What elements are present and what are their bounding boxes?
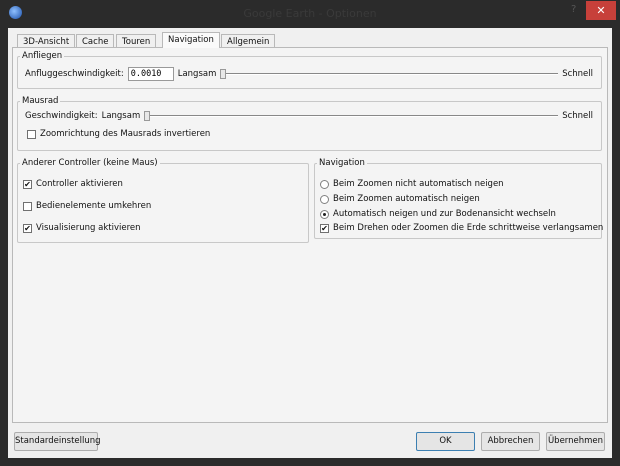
close-button[interactable]: ✕ [586, 1, 616, 20]
mausrad-speed-label: Geschwindigkeit: [25, 111, 98, 121]
fast-label: Schnell [562, 69, 593, 79]
group-label: Navigation [319, 158, 365, 168]
help-button[interactable]: ? [571, 4, 576, 15]
default-settings-button[interactable]: Standardeinstellung [14, 432, 101, 451]
invert-zoom-checkbox[interactable]: Zoomrichtung des Mausrads invertieren [27, 129, 210, 139]
gradual-slowdown-checkbox[interactable]: ✔ Beim Drehen oder Zoomen die Erde schrit… [320, 223, 603, 233]
slow-label: Langsam [177, 69, 217, 79]
ok-button[interactable]: OK [416, 432, 475, 451]
tab-touren[interactable]: Touren [116, 34, 157, 48]
radio-icon[interactable] [320, 179, 329, 189]
radio-auto-tilt[interactable]: Beim Zoomen automatisch neigen [320, 194, 480, 204]
slow-label: Langsam [101, 111, 141, 121]
radio-label: Beim Zoomen automatisch neigen [333, 194, 480, 204]
title-bar: Google Earth - Optionen ? ✕ [0, 0, 620, 28]
tab-navigation[interactable]: Navigation [162, 32, 220, 48]
checkbox-checked-icon[interactable]: ✔ [23, 223, 32, 233]
cancel-button[interactable]: Abbrechen [481, 432, 540, 451]
tab-3d-ansicht[interactable]: 3D-Ansicht [17, 34, 76, 48]
slider-thumb[interactable] [220, 69, 227, 79]
checkbox-label: Beim Drehen oder Zoomen die Erde schritt… [333, 223, 604, 233]
checkbox-label: Controller aktivieren [36, 179, 123, 189]
group-label: Anderer Controller (keine Maus) [22, 158, 158, 168]
group-label: Anfliegen [22, 51, 63, 61]
anflug-speed-slider[interactable] [220, 69, 559, 79]
checkbox-checked-icon[interactable]: ✔ [320, 223, 329, 233]
checkbox-label: Zoomrichtung des Mausrads invertieren [40, 129, 211, 139]
controller-group: Anderer Controller (keine Maus) ✔ Control… [17, 158, 309, 243]
mausrad-group: Mausrad Geschwindigkeit: Langsam Schnell… [17, 96, 602, 151]
group-label: Mausrad [22, 96, 59, 106]
checkbox-label: Bedienelemente umkehren [36, 201, 152, 211]
invert-controls-checkbox[interactable]: Bedienelemente umkehren [23, 201, 151, 211]
checkbox-icon[interactable] [27, 129, 36, 139]
checkbox-checked-icon[interactable]: ✔ [23, 179, 32, 189]
tab-cache[interactable]: Cache [76, 34, 115, 48]
radio-label: Beim Zoomen nicht automatisch neigen [333, 179, 504, 189]
radio-selected-icon[interactable] [320, 209, 329, 219]
slider-thumb[interactable] [144, 111, 151, 121]
anflug-speed-input[interactable] [127, 67, 174, 81]
fast-label: Schnell [562, 111, 593, 121]
anflug-label: Anfluggeschwindigkeit: [25, 69, 124, 79]
radio-no-tilt[interactable]: Beim Zoomen nicht automatisch neigen [320, 179, 504, 189]
apply-button[interactable]: Übernehmen [546, 432, 605, 451]
tab-allgemein[interactable]: Allgemein [221, 34, 276, 48]
checkbox-label: Visualisierung aktivieren [36, 223, 141, 233]
radio-label: Automatisch neigen und zur Bodenansicht … [333, 209, 556, 219]
radio-icon[interactable] [320, 194, 329, 204]
checkbox-icon[interactable] [23, 201, 32, 211]
mausrad-speed-slider[interactable] [144, 111, 559, 121]
anfliegen-group: Anfliegen Anfluggeschwindigkeit: Langsam… [17, 51, 602, 89]
visualization-checkbox[interactable]: ✔ Visualisierung aktivieren [23, 223, 141, 233]
controller-activate-checkbox[interactable]: ✔ Controller aktivieren [23, 179, 123, 189]
radio-tilt-ground-view[interactable]: Automatisch neigen und zur Bodenansicht … [320, 209, 556, 219]
navigation-group: Navigation Beim Zoomen nicht automatisch… [314, 158, 603, 239]
window-title: Google Earth - Optionen [243, 7, 377, 20]
